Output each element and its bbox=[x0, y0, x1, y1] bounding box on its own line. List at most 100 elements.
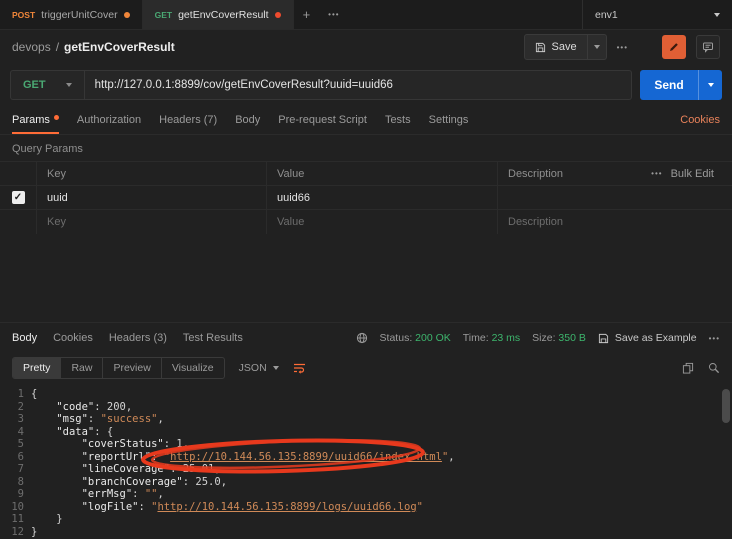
table-header-row: Key Value Description ••• Bulk Edit bbox=[0, 162, 732, 186]
copy-icon[interactable] bbox=[682, 362, 694, 374]
save-button[interactable]: Save bbox=[524, 34, 607, 60]
unsaved-dot-icon bbox=[275, 12, 281, 18]
response-tabs: Body Cookies Headers (3) Test Results St… bbox=[0, 323, 732, 353]
url-input[interactable]: http://127.0.0.1:8899/cov/getEnvCoverRes… bbox=[85, 79, 403, 91]
more-icon: ••• bbox=[651, 169, 662, 178]
chevron-down-icon bbox=[273, 366, 279, 370]
chevron-down-icon bbox=[594, 45, 600, 49]
response-tab-test-results[interactable]: Test Results bbox=[183, 332, 243, 344]
column-header-key: Key bbox=[36, 162, 266, 185]
status-label: Status: bbox=[380, 332, 413, 344]
column-header-label: Description bbox=[508, 168, 563, 180]
method-value: GET bbox=[23, 79, 46, 91]
edit-documentation-button[interactable] bbox=[662, 35, 686, 59]
select-all-cell bbox=[0, 162, 36, 185]
wrap-text-icon[interactable] bbox=[293, 362, 306, 374]
send-label: Send bbox=[640, 70, 698, 100]
size-badge: Size: 350 B bbox=[532, 332, 586, 344]
search-icon[interactable] bbox=[708, 362, 720, 374]
tab-label: Headers (7) bbox=[159, 114, 217, 126]
param-value-input[interactable] bbox=[277, 192, 487, 204]
response-body-viewer: 123456789101112 { "code": 200, "msg": "s… bbox=[0, 383, 732, 539]
param-description-input[interactable] bbox=[508, 192, 722, 204]
save-as-example-button[interactable]: Save as Example bbox=[598, 332, 697, 344]
format-dropdown[interactable]: JSON bbox=[235, 362, 283, 374]
cookies-link[interactable]: Cookies bbox=[680, 114, 720, 126]
url-bar: GET http://127.0.0.1:8899/cov/getEnvCove… bbox=[10, 70, 632, 100]
tab-label: Settings bbox=[429, 114, 469, 126]
time-value: 23 ms bbox=[492, 332, 521, 344]
param-key-cell bbox=[36, 186, 266, 209]
tab-body[interactable]: Body bbox=[235, 106, 260, 134]
param-value-cell bbox=[266, 210, 497, 234]
response-scrollbar-thumb[interactable] bbox=[722, 389, 730, 423]
size-label: Size: bbox=[532, 332, 555, 344]
view-visualize[interactable]: Visualize bbox=[161, 358, 224, 378]
chevron-down-icon bbox=[66, 83, 72, 87]
comments-button[interactable] bbox=[696, 35, 720, 59]
method-badge-post: POST bbox=[12, 10, 35, 20]
tab-triggerUnitCover[interactable]: POST triggerUnitCover bbox=[0, 0, 143, 29]
request-name: getEnvCoverResult bbox=[64, 40, 175, 54]
tab-tests[interactable]: Tests bbox=[385, 106, 411, 134]
param-value-cell bbox=[266, 186, 497, 209]
send-options-button[interactable] bbox=[698, 70, 722, 100]
time-badge: Time: 23 ms bbox=[463, 332, 520, 344]
status-value: 200 OK bbox=[415, 332, 451, 344]
response-tab-headers[interactable]: Headers (3) bbox=[109, 332, 167, 344]
params-indicator-dot bbox=[54, 115, 59, 120]
bulk-edit-label: Bulk Edit bbox=[671, 168, 714, 180]
collection-name[interactable]: devops bbox=[12, 40, 51, 54]
time-label: Time: bbox=[463, 332, 489, 344]
request-header-row: devops / getEnvCoverResult Save ••• bbox=[0, 30, 732, 64]
param-row-uuid: ✓ bbox=[0, 186, 732, 210]
tab-options-button[interactable]: ••• bbox=[319, 0, 348, 29]
param-row-new bbox=[0, 210, 732, 234]
send-button[interactable]: Send bbox=[640, 70, 722, 100]
param-checkbox[interactable]: ✓ bbox=[12, 191, 25, 204]
bulk-edit-button[interactable]: ••• Bulk Edit bbox=[651, 168, 722, 180]
size-value: 350 B bbox=[558, 332, 585, 344]
tab-prerequest-script[interactable]: Pre-request Script bbox=[278, 106, 367, 134]
response-panel: Body Cookies Headers (3) Test Results St… bbox=[0, 322, 732, 539]
save-label: Save bbox=[552, 41, 577, 53]
new-param-value-input[interactable] bbox=[277, 216, 487, 228]
tab-getEnvCoverResult[interactable]: GET getEnvCoverResult bbox=[143, 0, 294, 29]
new-param-key-input[interactable] bbox=[47, 216, 256, 228]
tab-params[interactable]: Params bbox=[12, 106, 59, 134]
request-tabs: Params Authorization Headers (7) Body Pr… bbox=[0, 106, 732, 135]
empty-area bbox=[0, 234, 732, 322]
tab-authorization[interactable]: Authorization bbox=[77, 106, 141, 134]
param-description-cell bbox=[497, 186, 732, 209]
breadcrumb-separator: / bbox=[56, 40, 59, 54]
tab-label: Body bbox=[235, 114, 260, 126]
new-param-description-input[interactable] bbox=[508, 216, 722, 228]
query-params-title: Query Params bbox=[0, 135, 732, 161]
request-tab-strip: POST triggerUnitCover GET getEnvCoverRes… bbox=[0, 0, 732, 30]
param-key-input[interactable] bbox=[47, 192, 256, 204]
chevron-down-icon bbox=[714, 13, 720, 17]
param-description-cell bbox=[497, 210, 732, 234]
status-badge: Status: 200 OK bbox=[380, 332, 451, 344]
environment-name: env1 bbox=[595, 9, 618, 21]
view-pretty[interactable]: Pretty bbox=[13, 358, 60, 378]
view-raw[interactable]: Raw bbox=[60, 358, 102, 378]
response-more-button[interactable]: ••• bbox=[709, 334, 720, 343]
response-tab-body[interactable]: Body bbox=[12, 332, 37, 344]
pencil-icon bbox=[668, 41, 680, 53]
environment-selector[interactable]: env1 bbox=[582, 0, 732, 29]
view-preview[interactable]: Preview bbox=[102, 358, 160, 378]
tab-headers[interactable]: Headers (7) bbox=[159, 106, 217, 134]
query-params-table: Key Value Description ••• Bulk Edit ✓ bbox=[0, 161, 732, 234]
code-content[interactable]: { "code": 200, "msg": "success", "data":… bbox=[24, 388, 455, 539]
method-dropdown[interactable]: GET bbox=[11, 71, 85, 99]
tab-settings[interactable]: Settings bbox=[429, 106, 469, 134]
request-more-button[interactable]: ••• bbox=[617, 43, 628, 52]
url-builder-row: GET http://127.0.0.1:8899/cov/getEnvCove… bbox=[0, 64, 732, 106]
new-tab-button[interactable]: + bbox=[294, 0, 320, 29]
response-body-tools bbox=[682, 362, 720, 374]
more-icon: ••• bbox=[709, 334, 720, 343]
response-tab-cookies[interactable]: Cookies bbox=[53, 332, 93, 344]
save-options-button[interactable] bbox=[587, 35, 606, 59]
tab-label: Authorization bbox=[77, 114, 141, 126]
